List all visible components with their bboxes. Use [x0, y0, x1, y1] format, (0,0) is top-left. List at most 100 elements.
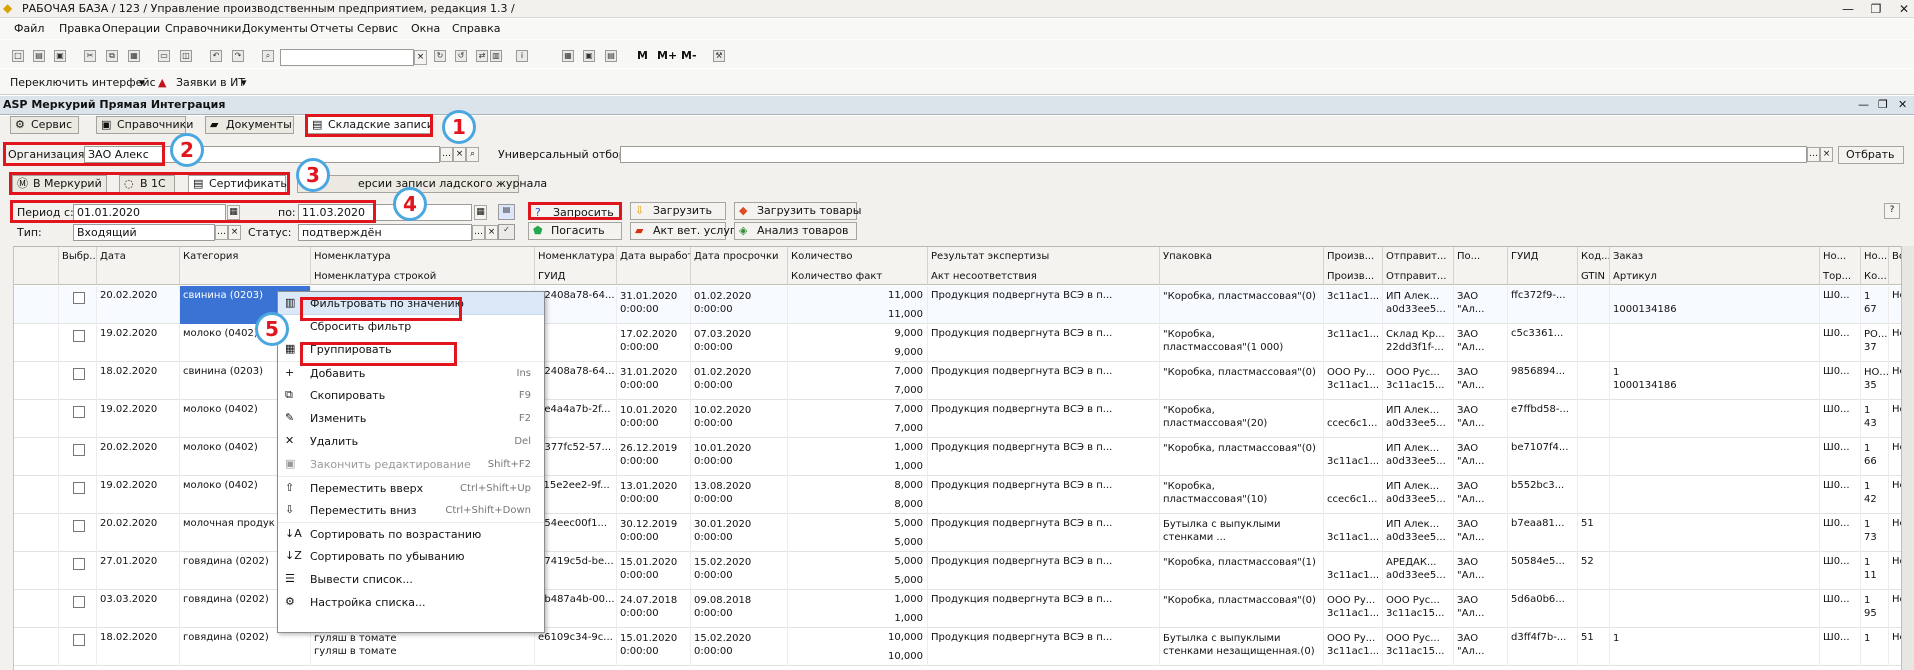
status-clear-button[interactable]: ×: [485, 225, 498, 240]
column-header[interactable]: Номенклатура ГУИД: [535, 247, 617, 285]
paste-icon[interactable]: ▦: [128, 50, 140, 62]
row-checkbox[interactable]: [73, 368, 85, 380]
subtab-to-1c[interactable]: ◌ В 1С: [119, 175, 175, 193]
undo-icon[interactable]: ↶: [210, 50, 222, 62]
row-checkbox[interactable]: [73, 520, 85, 532]
repay-button[interactable]: ⬟ Погасить: [528, 222, 622, 240]
context-menu-item[interactable]: ⇩ Переместить вниз Ctrl+Shift+Down: [278, 499, 544, 522]
search-icon[interactable]: ⌕: [262, 50, 274, 62]
restore-icon[interactable]: ❐: [1862, 1, 1890, 17]
date-from-calendar-icon[interactable]: ▦: [227, 205, 240, 220]
column-header[interactable]: Дата: [97, 247, 180, 285]
info-icon[interactable]: i: [516, 50, 528, 62]
table-icon[interactable]: ▤: [605, 50, 617, 62]
organization-clear-button[interactable]: ×: [453, 147, 466, 162]
context-menu-item[interactable]: Сбросить фильтр: [278, 315, 544, 338]
clear-search-icon[interactable]: ×: [414, 50, 427, 65]
switch-interface-dropdown-icon[interactable]: ▾: [139, 77, 145, 89]
column-header[interactable]: Дата просрочки: [691, 247, 788, 285]
row-checkbox[interactable]: [73, 292, 85, 304]
menu-reports[interactable]: Отчеты: [310, 23, 353, 35]
column-header[interactable]: Код... GTIN: [1578, 247, 1610, 285]
memory-m-icon[interactable]: M: [637, 50, 648, 62]
context-menu-item[interactable]: ✕ Удалить Del: [278, 430, 544, 453]
column-header[interactable]: Но... Ко...: [1861, 247, 1889, 285]
context-menu-item[interactable]: ↓A Сортировать по возрастанию: [278, 522, 544, 545]
type-input[interactable]: Входящий: [73, 224, 215, 241]
menu-documents[interactable]: Документы: [242, 23, 308, 35]
context-menu-item[interactable]: ✎ Изменить F2: [278, 407, 544, 430]
menu-file[interactable]: Файл: [14, 23, 44, 35]
find-prev-icon[interactable]: ↺: [455, 50, 467, 62]
memory-minus-icon[interactable]: M-: [681, 50, 697, 62]
row-checkbox[interactable]: [73, 558, 85, 570]
panel-restore-icon[interactable]: ❐: [1878, 98, 1888, 111]
row-checkbox[interactable]: [73, 634, 85, 646]
context-menu-item[interactable]: ☰ Вывести список...: [278, 568, 544, 591]
organization-search-icon[interactable]: ⌕: [466, 147, 479, 162]
status-select-button[interactable]: …: [472, 225, 485, 240]
date-from-input[interactable]: 01.01.2020: [73, 204, 226, 221]
menu-service[interactable]: Сервис: [357, 23, 398, 35]
goods-analysis-button[interactable]: ◈ Анализ товаров: [734, 222, 857, 240]
help-button[interactable]: ?: [1884, 203, 1900, 219]
universal-filter-select-button[interactable]: …: [1807, 147, 1820, 162]
vet-act-button[interactable]: ▰ Акт вет. услуг: [630, 222, 736, 240]
column-header[interactable]: Результат экспертизы Акт несоответствия: [928, 247, 1160, 285]
row-checkbox[interactable]: [73, 330, 85, 342]
menu-operations[interactable]: Операции: [102, 23, 160, 35]
status-check-icon[interactable]: ✓: [498, 224, 515, 240]
menu-windows[interactable]: Окна: [411, 23, 440, 35]
context-menu-item[interactable]: ▦ Группировать: [278, 338, 544, 361]
calculator-icon[interactable]: ▦: [562, 50, 574, 62]
column-header[interactable]: Заказ Артикул: [1610, 247, 1820, 285]
date-to-calendar-icon[interactable]: ▦: [474, 205, 487, 220]
tab-service[interactable]: ⚙ Сервис: [10, 116, 79, 134]
context-menu-item[interactable]: ▣ Закончить редактирование Shift+F2: [278, 453, 544, 476]
status-input[interactable]: подтверждён: [298, 224, 472, 241]
switch-interface-button[interactable]: Переключить интерфейс: [10, 77, 156, 89]
open-icon[interactable]: ▤: [33, 50, 45, 62]
column-header[interactable]: Произв... Произв...: [1324, 247, 1383, 285]
column-header[interactable]: Дата выработки: [617, 247, 691, 285]
type-select-button[interactable]: …: [215, 225, 228, 240]
context-menu-item[interactable]: ▥ Фильтровать по значению: [278, 292, 544, 315]
column-header[interactable]: ГУИД: [1508, 247, 1578, 285]
universal-filter-input[interactable]: [620, 146, 1807, 163]
print-icon[interactable]: ▭: [158, 50, 170, 62]
menu-help[interactable]: Справка: [452, 23, 500, 35]
request-button[interactable]: ? Запросить: [528, 202, 622, 220]
column-header[interactable]: Номенклатура Номенклатура строкой: [311, 247, 535, 285]
panel-minimize-icon[interactable]: —: [1858, 98, 1869, 111]
it-requests-button[interactable]: Заявки в ИТ: [176, 77, 245, 89]
tools-icon[interactable]: ⚒: [713, 50, 725, 62]
subtab-certificates[interactable]: ▤ Сертификаты: [188, 175, 289, 193]
row-checkbox[interactable]: [73, 444, 85, 456]
menu-references[interactable]: Справочники: [165, 23, 241, 35]
tab-documents[interactable]: ▰ Документы: [205, 116, 294, 134]
row-checkbox[interactable]: [73, 406, 85, 418]
replace-icon[interactable]: ⇄: [476, 50, 488, 62]
load-button[interactable]: ⇩ Загрузить: [630, 202, 726, 220]
context-menu-item[interactable]: + Добавить Ins: [278, 361, 544, 384]
row-checkbox[interactable]: [73, 596, 85, 608]
context-menu-item[interactable]: ↓Z Сортировать по убыванию: [278, 545, 544, 568]
column-header[interactable]: Категория: [180, 247, 311, 285]
calendar-icon[interactable]: ▣: [583, 50, 595, 62]
context-menu-item[interactable]: ⇧ Переместить вверх Ctrl+Shift+Up: [278, 476, 544, 499]
tab-warehouse-records[interactable]: ▤ Складские записи: [307, 116, 434, 134]
menu-edit[interactable]: Правка: [59, 23, 101, 35]
panel-close-icon[interactable]: ✕: [1898, 98, 1907, 111]
load-goods-button[interactable]: ◆ Загрузить товары: [734, 202, 861, 220]
column-header[interactable]: Но... Тор...: [1820, 247, 1861, 285]
period-settings-icon[interactable]: ▤: [498, 204, 515, 220]
column-header[interactable]: По...: [1454, 247, 1508, 285]
preview-icon[interactable]: ◫: [180, 50, 192, 62]
select-button[interactable]: Отбрать: [1838, 146, 1904, 164]
column-header[interactable]: Количество Количество факт: [788, 247, 928, 285]
row-checkbox[interactable]: [73, 482, 85, 494]
close-icon[interactable]: ✕: [1890, 1, 1914, 17]
date-to-input[interactable]: 11.03.2020: [298, 204, 472, 221]
tab-references[interactable]: ▣ Справочники: [96, 116, 193, 134]
it-requests-dropdown-icon[interactable]: ▾: [241, 77, 247, 89]
